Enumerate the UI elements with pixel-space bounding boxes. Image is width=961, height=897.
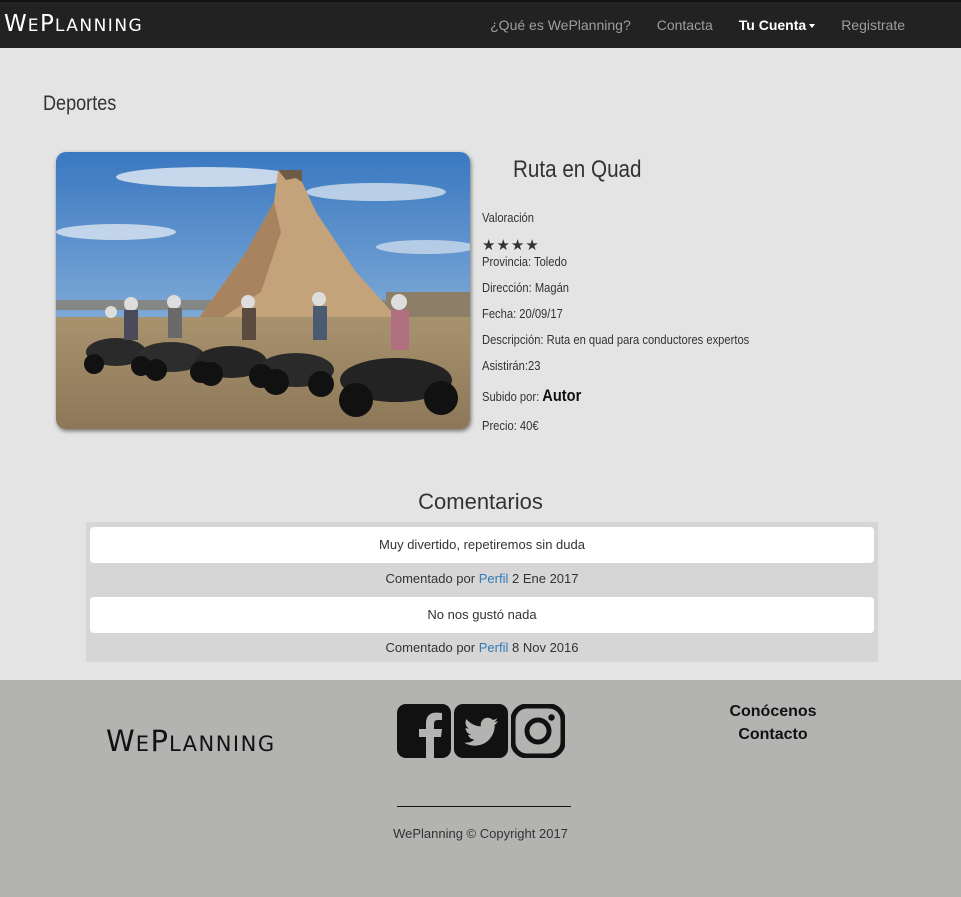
comment-text: No nos gustó nada <box>90 597 874 633</box>
brand-letter: W <box>106 724 136 758</box>
comment-author-link[interactable]: Perfil <box>479 640 509 655</box>
province-label: Provincia: <box>482 254 532 269</box>
comment-date: 8 Nov 2016 <box>512 640 579 655</box>
facebook-icon[interactable] <box>397 704 451 758</box>
nav-link-register[interactable]: Registrate <box>828 17 961 33</box>
caret-down-icon <box>809 24 816 29</box>
event-title: Ruta en Quad <box>513 156 642 183</box>
province-value: Toledo <box>534 254 567 269</box>
category-heading: Deportes <box>43 92 117 115</box>
rating-label: Valoración <box>482 210 535 225</box>
attendees-label: Asistirán: <box>482 358 528 373</box>
uploaded-label: Subido por: <box>482 389 540 404</box>
description-value: Ruta en quad para conductores expertos <box>546 332 750 347</box>
footer-links: Conócenos Contacto <box>690 700 856 746</box>
copyright-text: WePlanning © Copyright 2017 <box>393 826 568 841</box>
date-label: Fecha: <box>482 306 517 321</box>
comment-meta-prefix: Comentado por <box>385 571 476 586</box>
brand-letter: W <box>4 11 28 37</box>
comment-meta: Comentado por Perfil 8 Nov 2016 <box>86 640 878 655</box>
nav-links: ¿Qué es WePlanning? Contacta Tu Cuenta R… <box>477 2 961 48</box>
province-row: Provincia: Toledo <box>482 254 567 269</box>
event-photo <box>56 152 470 429</box>
brand-letter: LANNING <box>54 16 144 36</box>
description-row: Descripción: Ruta en quad para conductor… <box>482 332 749 347</box>
price-value: 40€ <box>519 418 539 433</box>
description-label: Descripción: <box>482 332 544 347</box>
brand-logo[interactable]: WEPLANNING <box>4 7 143 43</box>
address-value: Magán <box>534 280 570 295</box>
price-row: Precio: 40€ <box>482 418 539 433</box>
brand-letter: LANNING <box>168 732 276 756</box>
nav-dropdown-label: Tu Cuenta <box>738 17 807 33</box>
address-label: Dirección: <box>482 280 532 295</box>
footer-link-about[interactable]: Conócenos <box>690 700 856 723</box>
price-label: Precio: <box>482 418 517 433</box>
navbar: WEPLANNING ¿Qué es WePlanning? Contacta … <box>0 0 961 48</box>
instagram-icon[interactable] <box>511 704 565 758</box>
comment-meta-prefix: Comentado por <box>385 640 476 655</box>
address-row: Dirección: Magán <box>482 280 569 295</box>
comments-heading: Comentarios <box>418 489 543 514</box>
nav-link-contact[interactable]: Contacta <box>644 17 726 33</box>
footer-link-contact[interactable]: Contacto <box>690 723 856 746</box>
brand-letter: P <box>40 11 55 37</box>
comment-text: Muy divertido, repetiremos sin duda <box>90 527 874 563</box>
star-rating-icon: ★★★★ <box>482 237 540 254</box>
brand-letter: E <box>135 732 151 756</box>
brand-letter: E <box>27 16 40 36</box>
nav-dropdown-account[interactable]: Tu Cuenta <box>726 17 828 33</box>
author-link[interactable]: Autor <box>542 386 581 405</box>
nav-link-about[interactable]: ¿Qué es WePlanning? <box>477 17 644 33</box>
footer: WEPLANNING Conócenos Contacto WePlanning… <box>0 680 961 897</box>
date-row: Fecha: 20/09/17 <box>482 306 563 321</box>
date-value: 20/09/17 <box>519 306 563 321</box>
twitter-icon[interactable] <box>454 704 508 758</box>
comment-date: 2 Ene 2017 <box>511 571 579 586</box>
comments-panel: Muy divertido, repetiremos sin duda Come… <box>86 522 878 662</box>
comment-meta: Comentado por Perfil 2 Ene 2017 <box>86 571 878 586</box>
comment-author-link[interactable]: Perfil <box>479 571 509 586</box>
footer-brand-logo: WEPLANNING <box>106 724 276 758</box>
uploaded-row: Subido por: Autor <box>482 386 581 406</box>
brand-letter: P <box>150 724 169 758</box>
footer-divider <box>397 806 571 807</box>
social-links <box>397 704 565 758</box>
attendees-row: Asistirán:23 <box>482 358 540 373</box>
attendees-value: 23 <box>527 358 541 373</box>
